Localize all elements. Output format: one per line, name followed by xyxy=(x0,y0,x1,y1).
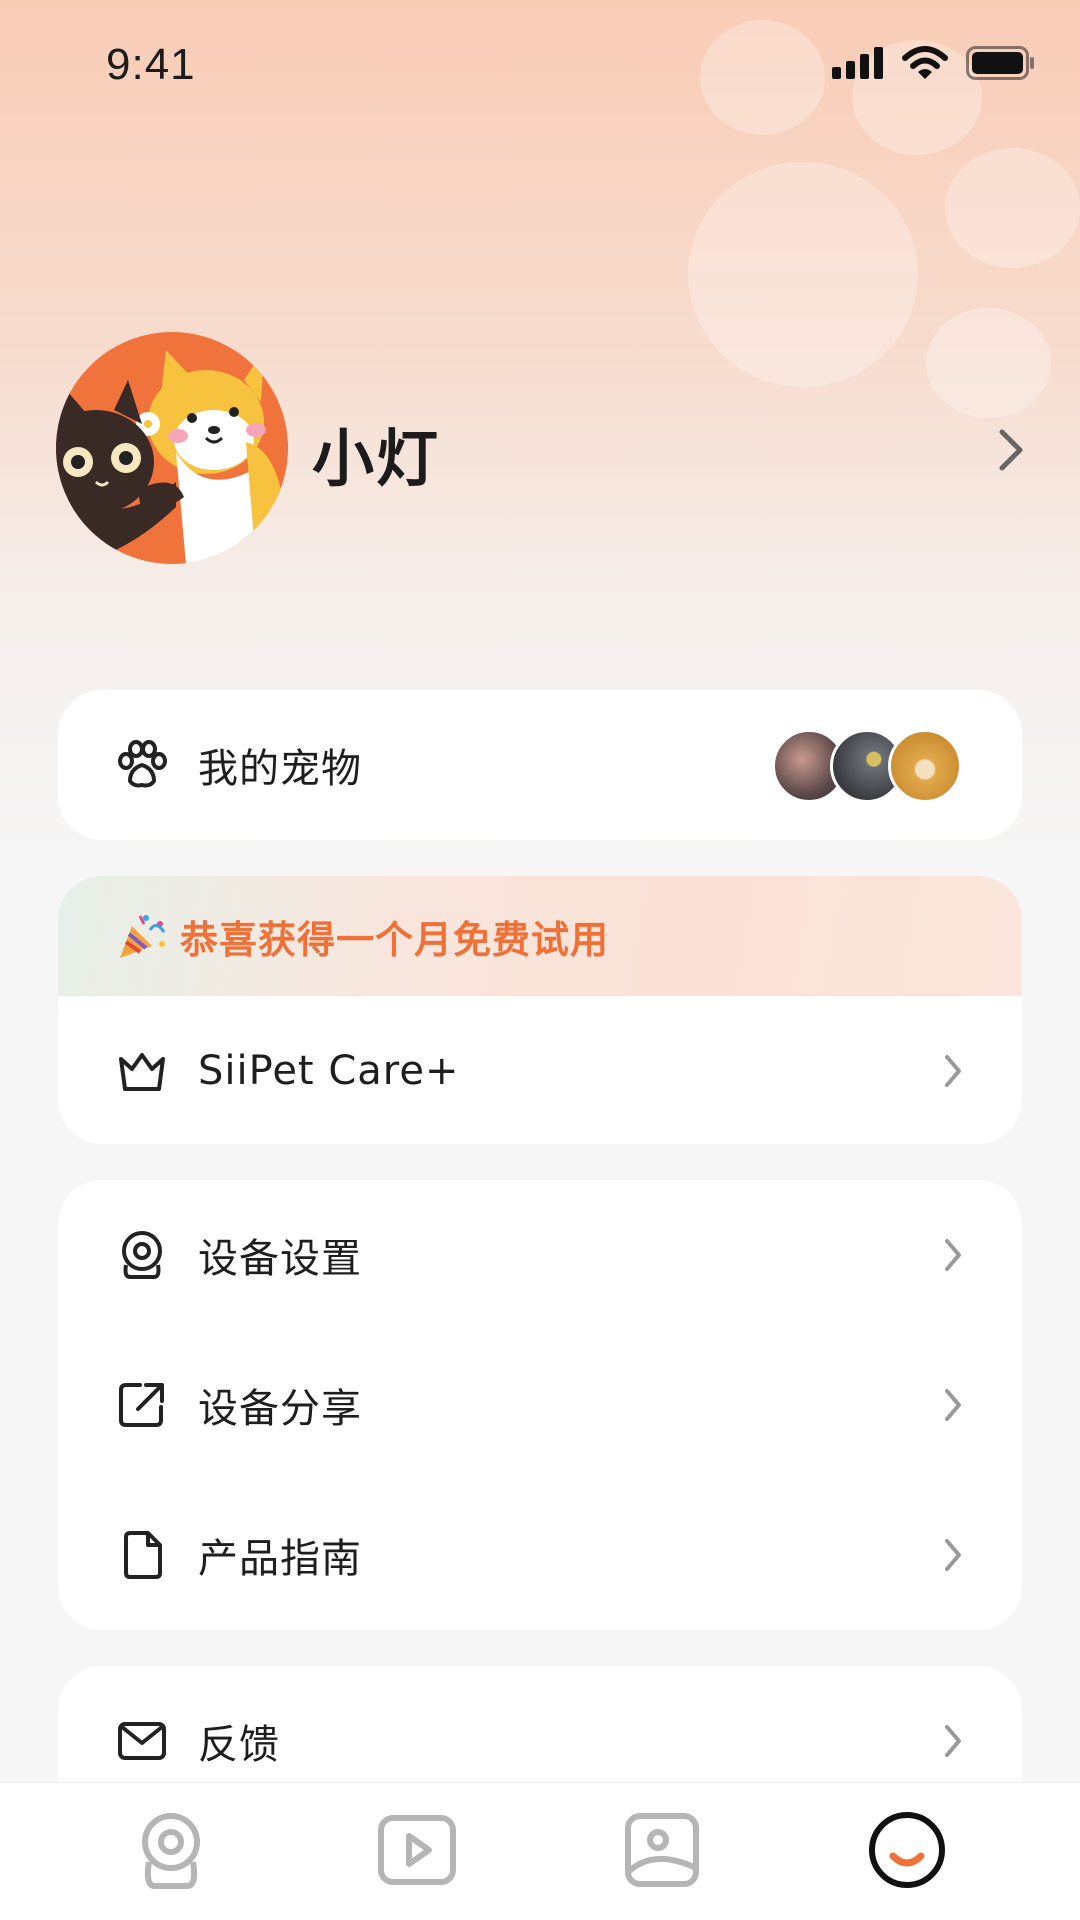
chevron-right-icon xyxy=(945,1389,961,1421)
username: 小灯 xyxy=(312,422,441,495)
menu-item-device-settings[interactable]: 设备设置 xyxy=(58,1180,1022,1330)
menu-item-label: 产品指南 xyxy=(198,1536,362,1582)
care-plus-card[interactable]: 恭喜获得一个月免费试用 SiiPet Care+ xyxy=(58,876,1022,1144)
my-pets-row[interactable]: 我的宠物 xyxy=(58,690,1022,840)
pet-avatars[interactable] xyxy=(772,729,962,803)
tab-video[interactable] xyxy=(372,1805,462,1895)
menu-item-label: 设备设置 xyxy=(198,1236,362,1282)
crown-icon xyxy=(116,1045,168,1097)
promo-text: 恭喜获得一个月免费试用 xyxy=(180,917,610,962)
tab-gallery[interactable] xyxy=(617,1805,707,1895)
signal-icon xyxy=(832,47,883,79)
battery-icon xyxy=(966,46,1034,80)
profile-header[interactable]: 小灯 xyxy=(56,332,1026,564)
chevron-right-icon[interactable] xyxy=(996,426,1026,474)
device-menu-card: 设备设置 设备分享 产品指南 xyxy=(58,1180,1022,1630)
party-popper-icon xyxy=(120,915,166,958)
menu-item-product-guide[interactable]: 产品指南 xyxy=(58,1480,1022,1630)
tab-profile[interactable] xyxy=(862,1805,952,1895)
cat-dog-illustration xyxy=(56,350,288,564)
status-bar: 9:41 xyxy=(0,0,1080,130)
promo-banner[interactable]: 恭喜获得一个月免费试用 xyxy=(58,876,1022,996)
chevron-right-icon xyxy=(945,1239,961,1271)
smile-profile-icon xyxy=(869,1812,945,1888)
pet-avatar[interactable] xyxy=(888,729,962,803)
menu-item-device-share[interactable]: 设备分享 xyxy=(58,1330,1022,1480)
camera-icon xyxy=(116,1229,168,1281)
chevron-right-icon xyxy=(945,1725,961,1757)
care-plus-label: SiiPet Care+ xyxy=(198,1048,460,1094)
paw-icon xyxy=(116,739,168,791)
chevron-right-icon xyxy=(945,1539,961,1571)
paw-decoration xyxy=(945,148,1080,268)
care-plus-row[interactable]: SiiPet Care+ xyxy=(58,996,1022,1144)
gallery-icon xyxy=(625,1813,699,1887)
feedback-label: 反馈 xyxy=(198,1722,280,1768)
play-video-icon xyxy=(378,1815,456,1885)
document-icon xyxy=(116,1529,168,1581)
chevron-right-icon xyxy=(945,1055,961,1087)
wifi-icon xyxy=(902,46,948,79)
share-icon xyxy=(116,1379,168,1431)
status-icons xyxy=(832,46,1036,80)
my-pets-card[interactable]: 我的宠物 xyxy=(58,690,1022,840)
camera-icon xyxy=(142,1813,200,1889)
tab-camera[interactable] xyxy=(126,1805,216,1895)
my-pets-label: 我的宠物 xyxy=(198,746,362,792)
mail-icon xyxy=(116,1715,168,1767)
avatar[interactable] xyxy=(56,332,288,564)
menu-item-label: 设备分享 xyxy=(198,1386,362,1432)
status-time: 9:41 xyxy=(106,40,196,89)
bottom-tab-bar xyxy=(0,1782,1080,1920)
